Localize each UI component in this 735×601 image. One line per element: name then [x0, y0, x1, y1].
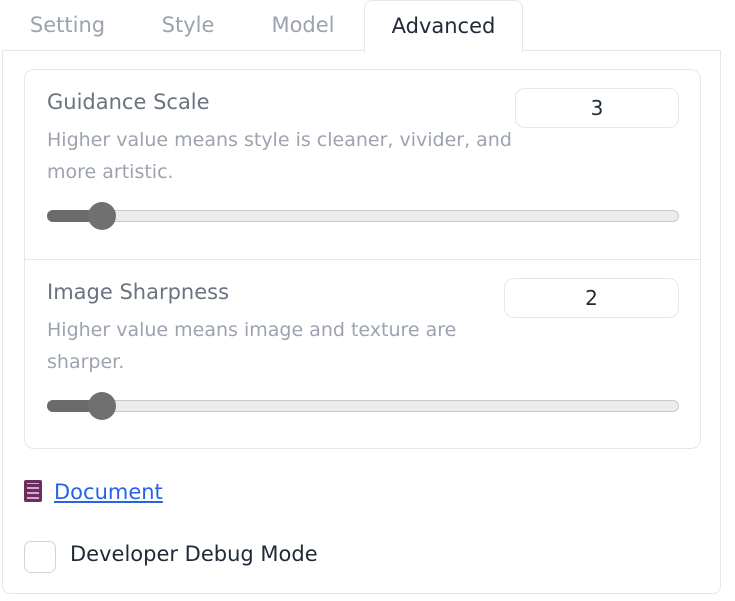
slider-group: Guidance Scale Higher value means style …	[24, 69, 701, 449]
developer-debug-label[interactable]: Developer Debug Mode	[70, 542, 318, 566]
image-sharpness-slider-thumb[interactable]	[88, 392, 116, 420]
developer-debug-checkbox[interactable]	[24, 541, 56, 573]
tab-style[interactable]: Style	[124, 0, 252, 50]
guidance-scale-number-input[interactable]: 3	[515, 88, 679, 128]
image-sharpness-slider[interactable]	[47, 392, 679, 420]
tab-model[interactable]: Model	[240, 0, 366, 50]
image-sharpness-info-line2: sharper.	[47, 351, 125, 373]
document-link[interactable]: Document	[24, 480, 163, 504]
guidance-scale-info-line2: more artistic.	[47, 161, 174, 183]
image-sharpness-number-input[interactable]: 2	[504, 278, 679, 318]
book-icon	[24, 480, 42, 502]
guidance-scale-slider[interactable]	[47, 202, 679, 230]
tab-setting[interactable]: Setting	[0, 0, 135, 50]
image-sharpness-label: Image Sharpness	[47, 280, 230, 304]
divider	[25, 259, 700, 260]
guidance-scale-label: Guidance Scale	[47, 90, 210, 114]
document-link-label: Document	[54, 480, 163, 504]
tab-advanced[interactable]: Advanced	[364, 0, 523, 53]
guidance-scale-info-line1: Higher value means style is cleaner, viv…	[47, 129, 512, 151]
guidance-scale-slider-thumb[interactable]	[88, 202, 116, 230]
image-sharpness-info-line1: Higher value means image and texture are	[47, 319, 457, 341]
tab-bar: Setting Style Model Advanced	[0, 0, 735, 53]
